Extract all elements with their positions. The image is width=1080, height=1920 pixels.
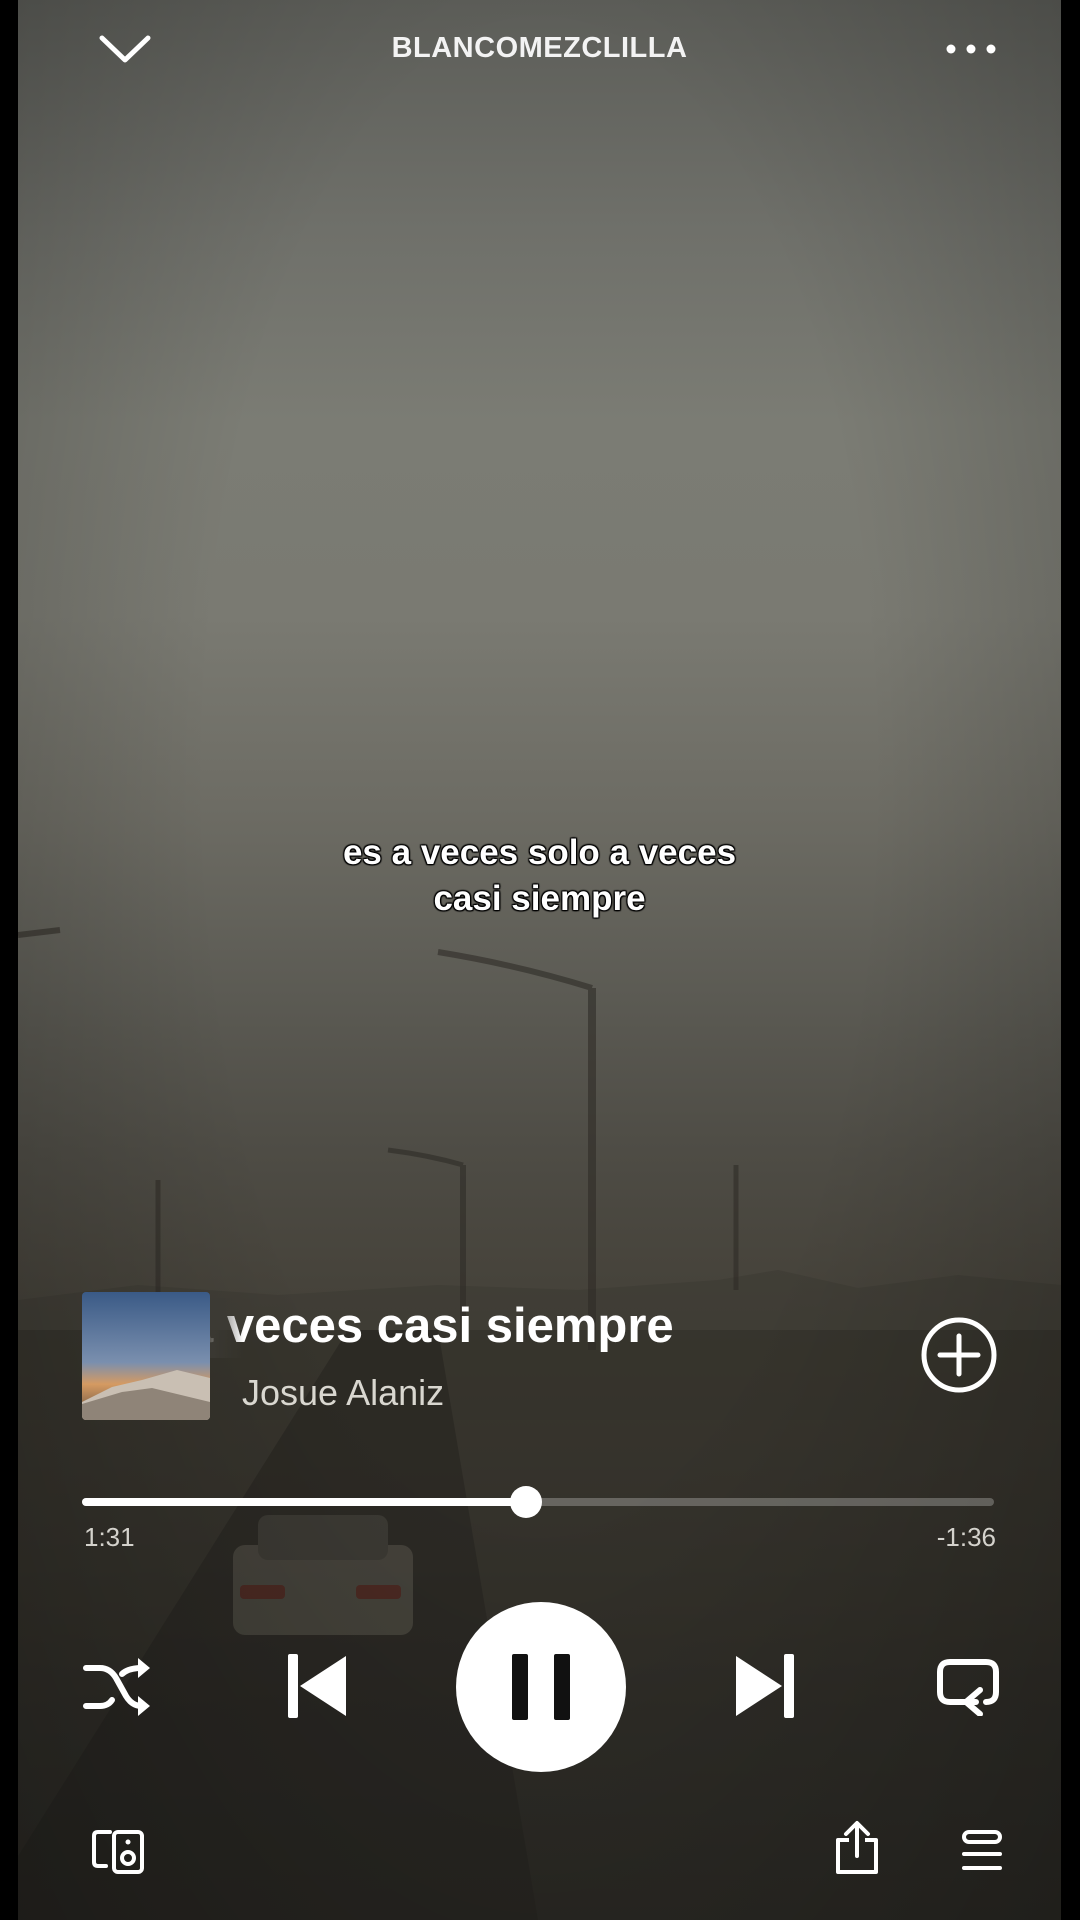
skip-next-icon[interactable] bbox=[732, 1650, 798, 1722]
artist-name[interactable]: Josue Alaniz bbox=[242, 1372, 444, 1414]
player-header: BLANCOMEZCLILLA bbox=[18, 20, 1061, 80]
track-info: a veces casi siempre Josue Alaniz bbox=[18, 1290, 1061, 1430]
playlist-title[interactable]: BLANCOMEZCLILLA bbox=[18, 32, 1061, 65]
progress-handle[interactable] bbox=[510, 1486, 542, 1518]
add-circle-icon[interactable] bbox=[920, 1316, 998, 1394]
now-playing-screen: BLANCOMEZCLILLA es a veces solo a veces … bbox=[18, 0, 1061, 1920]
play-pause-button[interactable] bbox=[456, 1602, 626, 1772]
queue-icon[interactable] bbox=[960, 1830, 1004, 1874]
more-dots-icon[interactable] bbox=[941, 32, 1001, 66]
playback-progress[interactable]: 1:31 -1:36 bbox=[82, 1486, 1012, 1570]
share-icon[interactable] bbox=[832, 1820, 882, 1876]
marquee-fade bbox=[210, 1298, 244, 1358]
lyrics-line-2: casi siempre bbox=[433, 879, 646, 918]
album-cover-art bbox=[82, 1292, 210, 1420]
lyrics-line-1: es a veces solo a veces bbox=[342, 833, 737, 872]
skip-previous-icon[interactable] bbox=[284, 1650, 350, 1722]
connect-devices-icon[interactable] bbox=[92, 1828, 146, 1876]
shuffle-icon[interactable] bbox=[82, 1656, 152, 1718]
song-title-marquee[interactable]: a veces casi siempre bbox=[210, 1298, 770, 1358]
progress-fill bbox=[82, 1498, 526, 1506]
lyrics-overlay: es a veces solo a veces casi siempre bbox=[18, 830, 1061, 922]
repeat-icon[interactable] bbox=[936, 1658, 1000, 1716]
album-cover[interactable] bbox=[82, 1292, 210, 1420]
song-title: a veces casi siempre bbox=[210, 1299, 674, 1353]
pause-icon bbox=[512, 1654, 570, 1720]
elapsed-time: 1:31 bbox=[84, 1522, 135, 1552]
bottom-bar bbox=[18, 1820, 1061, 1890]
playback-controls bbox=[18, 1600, 1061, 1775]
remaining-time: -1:36 bbox=[936, 1522, 996, 1552]
